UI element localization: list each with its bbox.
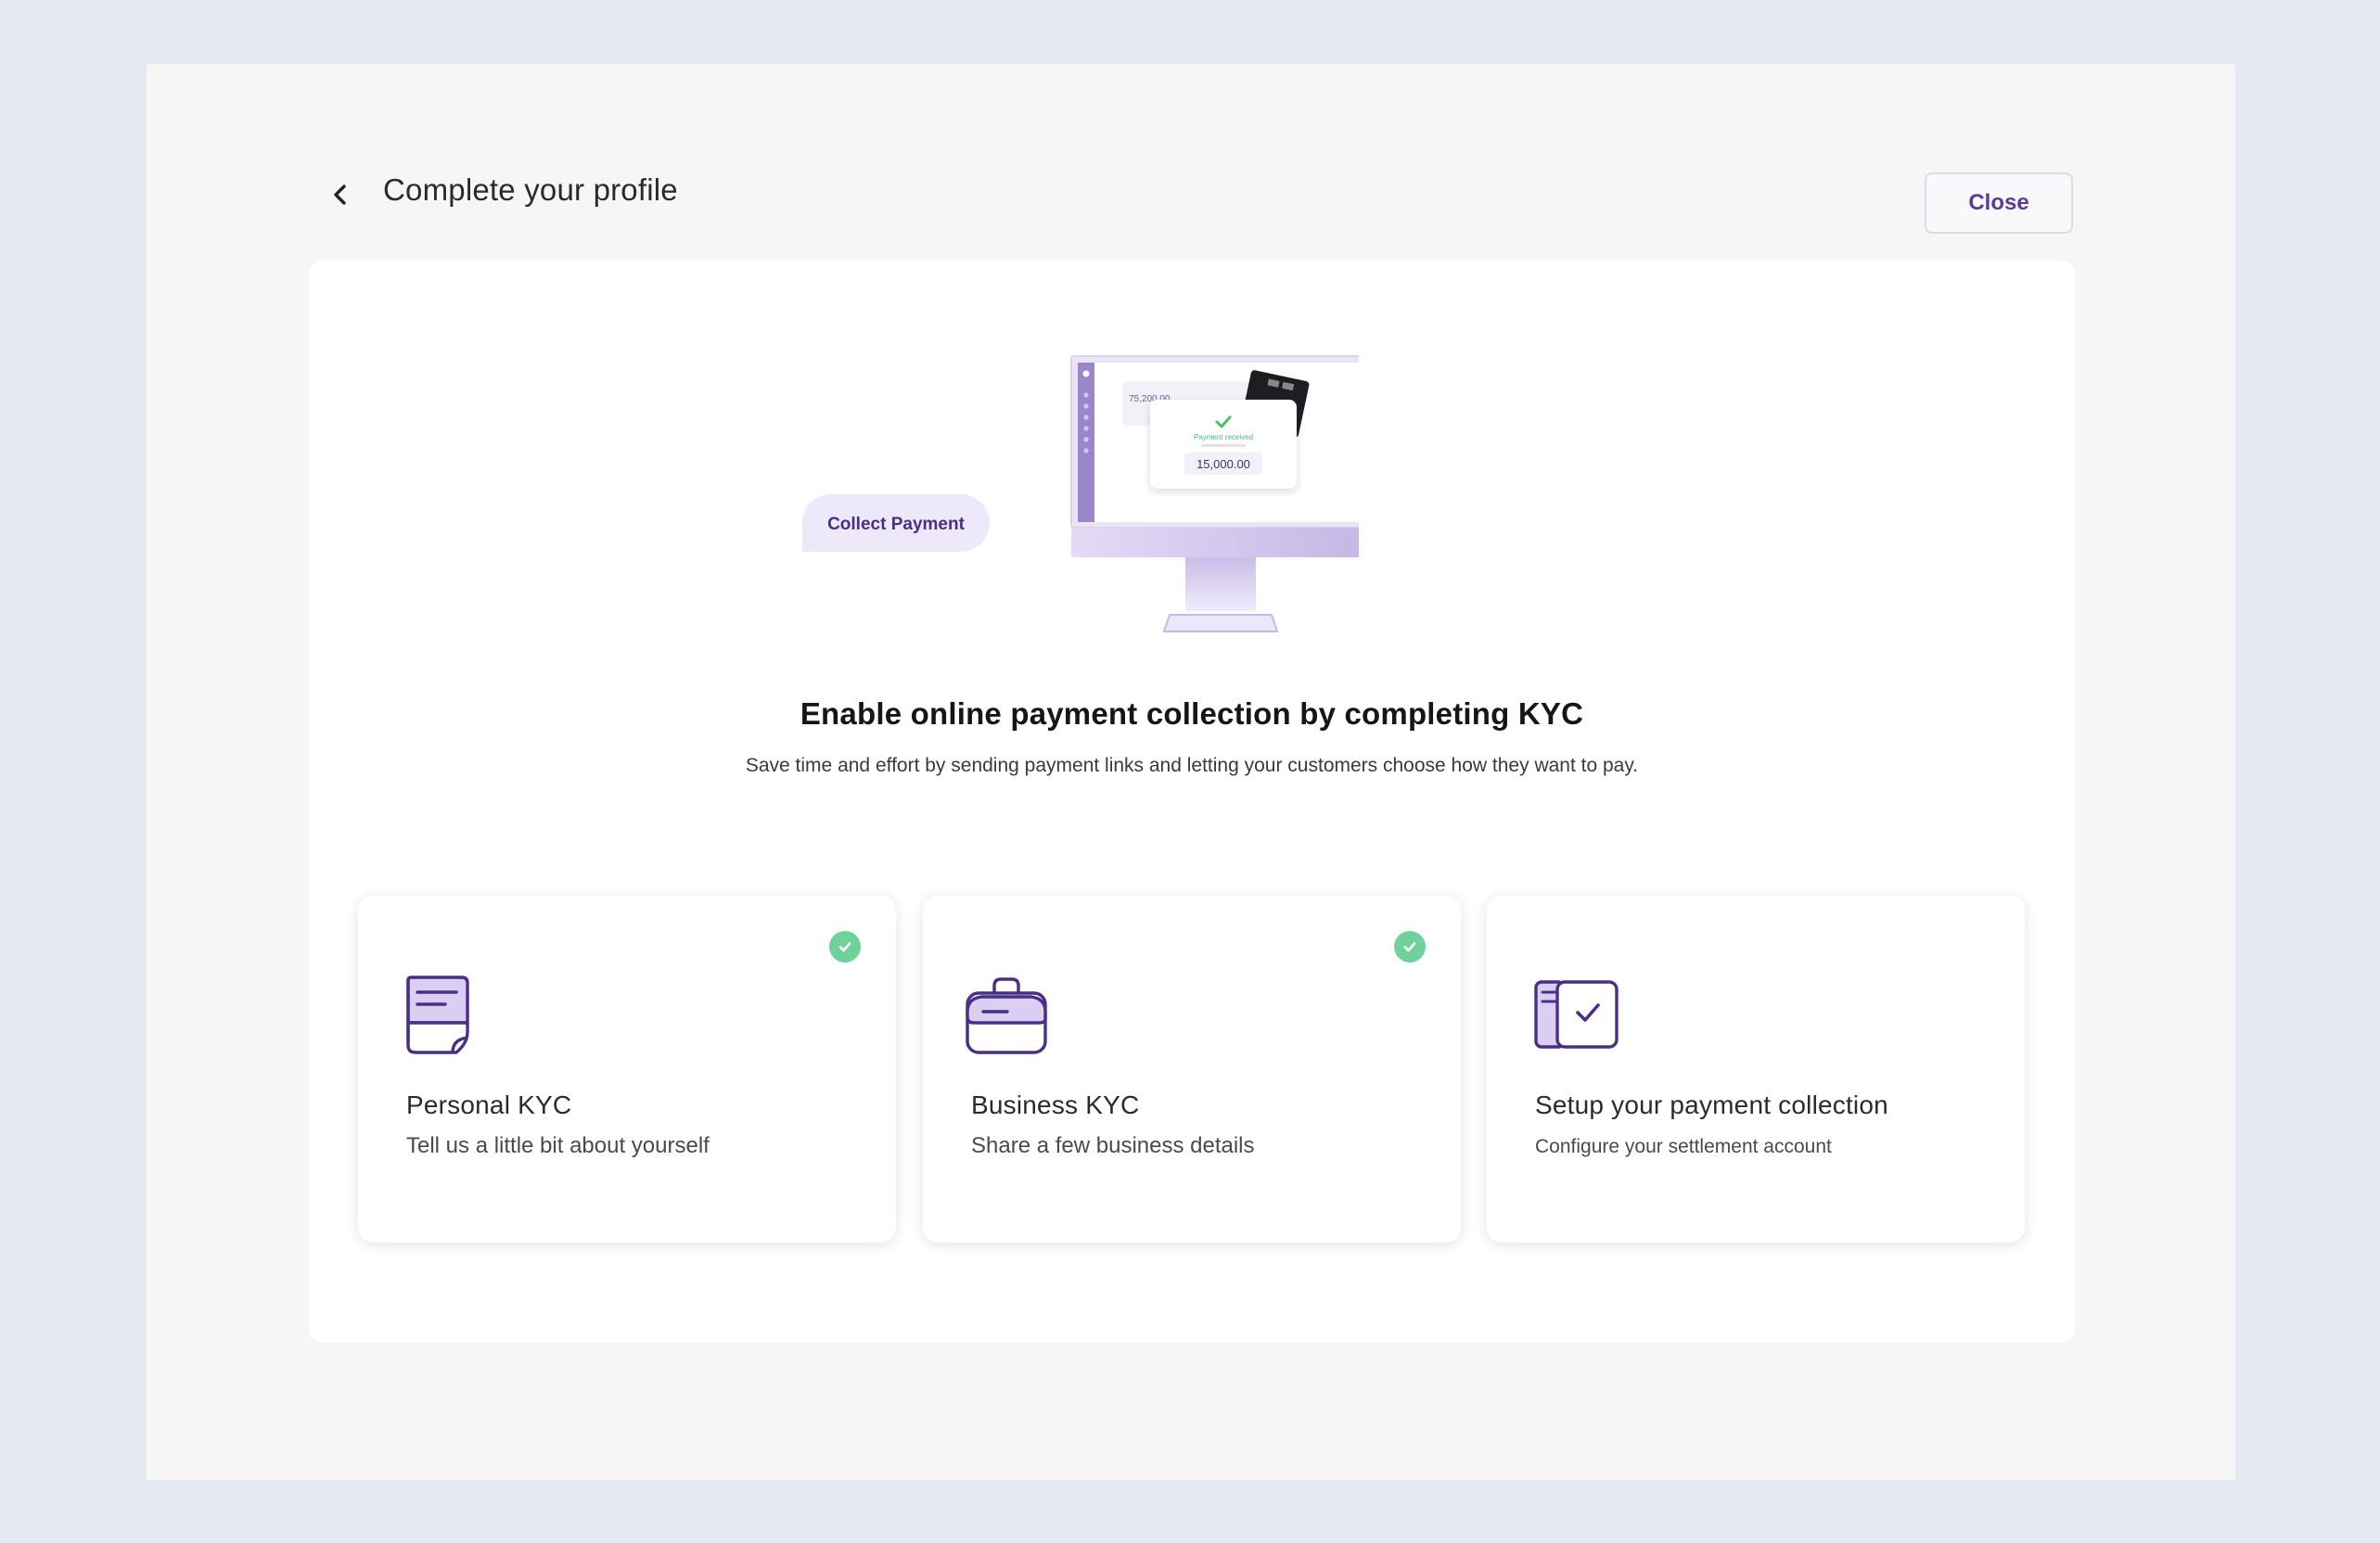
- step-description: Configure your settlement account: [1535, 1136, 1832, 1157]
- close-button[interactable]: Close: [1925, 172, 2073, 234]
- kyc-card: 75,200.00 Payment received 15,000.00 Col…: [309, 261, 2075, 1343]
- page-header: Complete your profile Close: [320, 167, 2073, 234]
- page-title: Complete your profile: [383, 172, 678, 207]
- payment-status: Payment received: [1194, 433, 1253, 441]
- chevron-left-icon: [334, 185, 346, 205]
- step-title: Business KYC: [971, 1090, 1140, 1119]
- document-icon: [406, 976, 469, 1054]
- step-title: Setup your payment collection: [1535, 1090, 1888, 1119]
- bank-check-icon: [1534, 980, 1619, 1049]
- step-description: Tell us a little bit about yourself: [406, 1133, 710, 1158]
- collect-payment-label: Collect Payment: [827, 515, 965, 534]
- payment-illustration: 75,200.00 Payment received 15,000.00 Col…: [802, 355, 1359, 632]
- payment-amount: 15,000.00: [1196, 457, 1250, 471]
- step-title: Personal KYC: [406, 1090, 572, 1119]
- completed-check-icon: [829, 931, 861, 963]
- back-button[interactable]: [320, 174, 361, 215]
- hero-subline: Save time and effort by sending payment …: [745, 755, 1639, 776]
- step-description: Share a few business details: [971, 1133, 1255, 1158]
- hero-headline: Enable online payment collection by comp…: [800, 696, 1584, 731]
- business-kyc-card[interactable]: Business KYC Share a few business detail…: [923, 896, 1461, 1243]
- personal-kyc-card[interactable]: Personal KYC Tell us a little bit about …: [358, 896, 896, 1243]
- briefcase-icon: [966, 977, 1047, 1054]
- completed-check-icon: [1394, 931, 1426, 963]
- payment-collection-card[interactable]: Setup your payment collection Configure …: [1487, 896, 2025, 1243]
